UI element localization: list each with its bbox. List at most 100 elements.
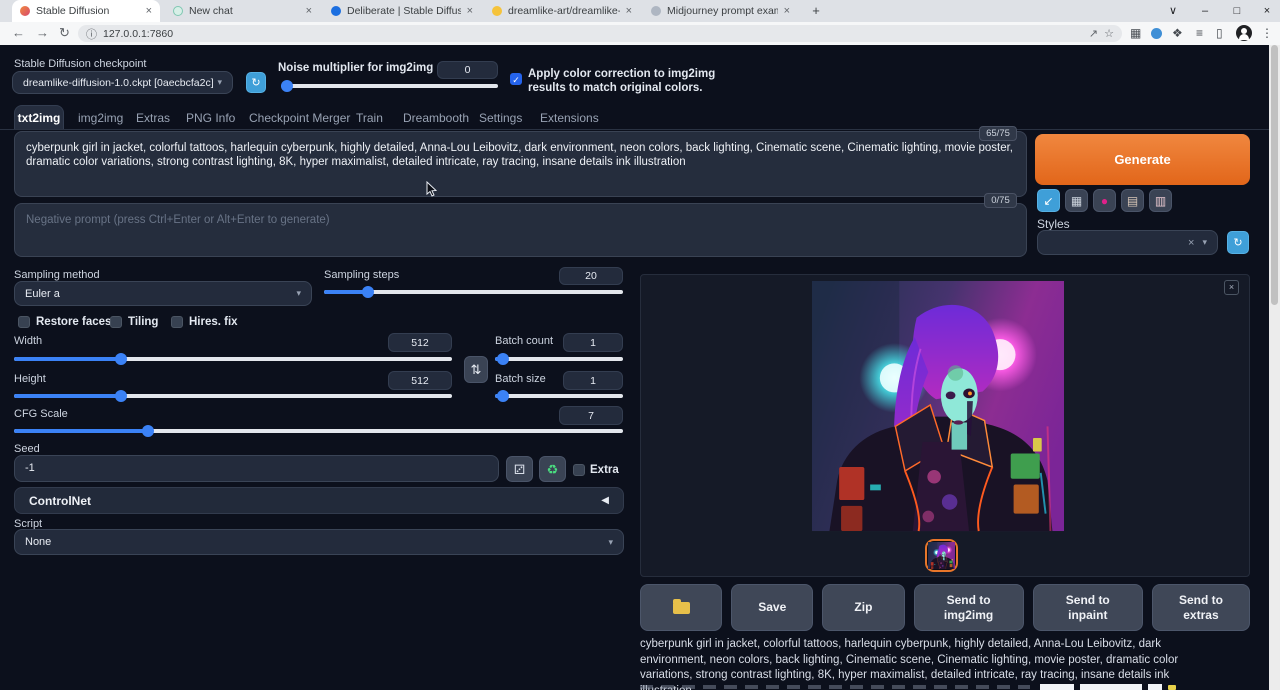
reading-list-icon[interactable]: ≡ xyxy=(1196,26,1203,40)
checkpoint-dropdown[interactable]: dreamlike-diffusion-1.0.ckpt [0aecbcfa2c… xyxy=(12,71,233,94)
url-text[interactable]: 127.0.0.1:7860 xyxy=(103,28,173,40)
random-seed-dice-button[interactable]: ⚂ xyxy=(506,456,533,482)
height-value[interactable]: 512 xyxy=(388,371,452,390)
extension-dot-icon[interactable] xyxy=(1151,28,1162,39)
reuse-seed-recycle-button[interactable]: ♻ xyxy=(539,456,566,482)
chevron-down-icon: ▾ xyxy=(217,77,222,88)
address-bar[interactable]: ⓘ 127.0.0.1:7860 ↗ ☆ xyxy=(78,25,1122,42)
color-correction-checkbox[interactable]: ✓ xyxy=(510,73,522,85)
apply-style-button[interactable]: ▤ xyxy=(1121,189,1144,212)
batch-size-label: Batch size xyxy=(495,373,546,385)
side-panel-icon[interactable]: ▯ xyxy=(1216,26,1223,40)
accordion-arrow-icon: ◀ xyxy=(601,495,609,506)
generate-button[interactable]: Generate xyxy=(1035,134,1250,185)
share-icon[interactable]: ↗ xyxy=(1089,27,1098,40)
scrollbar-thumb[interactable] xyxy=(1271,45,1278,305)
browser-menu-chevron-icon[interactable]: ∨ xyxy=(1158,0,1188,22)
width-value[interactable]: 512 xyxy=(388,333,452,352)
batch-size-value[interactable]: 1 xyxy=(563,371,623,390)
height-slider[interactable] xyxy=(14,390,452,402)
sampling-method-dropdown[interactable]: Euler a ▾ xyxy=(14,281,312,306)
sparkle-icon xyxy=(1168,685,1176,690)
stable-diffusion-favicon xyxy=(20,6,30,16)
tab-extensions[interactable]: Extensions xyxy=(540,111,599,125)
noise-multiplier-slider[interactable] xyxy=(281,80,498,92)
width-label: Width xyxy=(14,335,42,347)
bookmark-star-icon[interactable]: ☆ xyxy=(1104,27,1114,40)
tiling-checkbox[interactable] xyxy=(110,316,122,328)
send-to-inpaint-button[interactable]: Send to inpaint xyxy=(1033,584,1143,631)
chevron-down-icon: ▾ xyxy=(296,288,301,299)
clipped-text-line xyxy=(640,684,1250,690)
window-minimize-button[interactable]: – xyxy=(1190,0,1220,22)
tab-settings[interactable]: Settings xyxy=(479,111,522,125)
window-close-button[interactable]: × xyxy=(1252,0,1280,22)
noise-multiplier-value[interactable]: 0 xyxy=(437,61,498,79)
browser-tab-deliberate[interactable]: Deliberate | Stable Diffusion Che × xyxy=(323,0,481,22)
paste-params-button[interactable]: ↙ xyxy=(1037,189,1060,212)
profile-avatar[interactable] xyxy=(1236,25,1252,41)
cfg-scale-value[interactable]: 7 xyxy=(559,406,623,425)
checkpoint-refresh-button[interactable]: ↻ xyxy=(246,72,266,93)
tab-dreambooth[interactable]: Dreambooth xyxy=(403,111,469,125)
send-to-img2img-button[interactable]: Send to img2img xyxy=(914,584,1024,631)
seed-input[interactable]: -1 xyxy=(14,455,499,482)
browser-menu-dots-icon[interactable]: ⋮ xyxy=(1261,26,1273,40)
extra-networks-button[interactable]: ● xyxy=(1093,189,1116,212)
tab-close-icon[interactable]: × xyxy=(626,5,632,17)
new-tab-button[interactable]: + xyxy=(808,3,824,19)
send-to-extras-button[interactable]: Send to extras xyxy=(1152,584,1250,631)
save-style-button[interactable]: ▥ xyxy=(1149,189,1172,212)
cfg-scale-slider[interactable] xyxy=(14,425,623,437)
reload-icon[interactable]: ↻ xyxy=(59,25,70,41)
styles-clear-icon[interactable]: × xyxy=(1188,237,1194,249)
tab-txt2img[interactable]: txt2img xyxy=(14,105,64,130)
tab-close-icon[interactable]: × xyxy=(784,5,790,17)
tab-png-info[interactable]: PNG Info xyxy=(186,111,235,125)
generation-info-text: cyberpunk girl in jacket, colorful tatto… xyxy=(640,637,1218,690)
swap-dimensions-button[interactable]: ⇅ xyxy=(464,356,488,383)
save-button[interactable]: Save xyxy=(731,584,813,631)
sampling-steps-slider[interactable] xyxy=(324,286,623,298)
negative-prompt-textarea[interactable]: Negative prompt (press Ctrl+Enter or Alt… xyxy=(14,203,1027,257)
generated-image[interactable] xyxy=(812,277,1064,535)
script-dropdown[interactable]: None ▾ xyxy=(14,529,624,555)
tab-close-icon[interactable]: × xyxy=(306,5,312,17)
forward-icon[interactable]: → xyxy=(36,25,49,40)
tab-checkpoint-merger[interactable]: Checkpoint Merger xyxy=(249,111,350,125)
batch-count-value[interactable]: 1 xyxy=(563,333,623,352)
tab-close-icon[interactable]: × xyxy=(467,5,473,17)
sampling-method-value: Euler a xyxy=(25,288,60,300)
width-slider[interactable] xyxy=(14,353,452,365)
tab-train[interactable]: Train xyxy=(356,111,383,125)
browser-tab-new-chat[interactable]: New chat × xyxy=(165,0,320,22)
hires-fix-checkbox[interactable] xyxy=(171,316,183,328)
sampling-steps-value[interactable]: 20 xyxy=(559,267,623,285)
tab-img2img[interactable]: img2img xyxy=(78,111,123,125)
tab-close-icon[interactable]: × xyxy=(146,5,152,17)
browser-tab-stable-diffusion[interactable]: Stable Diffusion × xyxy=(12,0,160,22)
styles-dropdown[interactable]: × ▾ xyxy=(1037,230,1218,255)
window-maximize-button[interactable]: □ xyxy=(1222,0,1252,22)
styles-refresh-button[interactable]: ↻ xyxy=(1227,231,1249,254)
controlnet-accordion[interactable]: ControlNet ◀ xyxy=(14,487,624,514)
site-info-icon[interactable]: ⓘ xyxy=(86,26,97,42)
batch-count-slider[interactable] xyxy=(495,353,623,365)
browser-tab-midjourney[interactable]: Midjourney prompt examples : L × xyxy=(643,0,798,22)
gallery-close-icon[interactable]: × xyxy=(1224,280,1239,295)
zip-button[interactable]: Zip xyxy=(822,584,904,631)
tab-extras[interactable]: Extras xyxy=(136,111,170,125)
back-icon[interactable]: ← xyxy=(12,25,25,40)
seed-label: Seed xyxy=(14,443,40,455)
open-folder-button[interactable] xyxy=(640,584,722,631)
clear-prompt-button[interactable]: ▦ xyxy=(1065,189,1088,212)
puzzle-extensions-icon[interactable]: ❖ xyxy=(1172,26,1183,40)
prompt-textarea[interactable]: cyberpunk girl in jacket, colorful tatto… xyxy=(14,131,1027,197)
batch-size-slider[interactable] xyxy=(495,390,623,402)
gallery-thumbnail-selected[interactable] xyxy=(925,539,958,572)
restore-faces-checkbox[interactable] xyxy=(18,316,30,328)
extra-seed-checkbox[interactable] xyxy=(573,464,585,476)
browser-tab-dreamlike[interactable]: dreamlike-art/dreamlike-diffusio × xyxy=(484,0,640,22)
extension-grid-icon[interactable]: ▦ xyxy=(1130,26,1141,40)
negative-token-counter: 0/75 xyxy=(984,193,1017,208)
